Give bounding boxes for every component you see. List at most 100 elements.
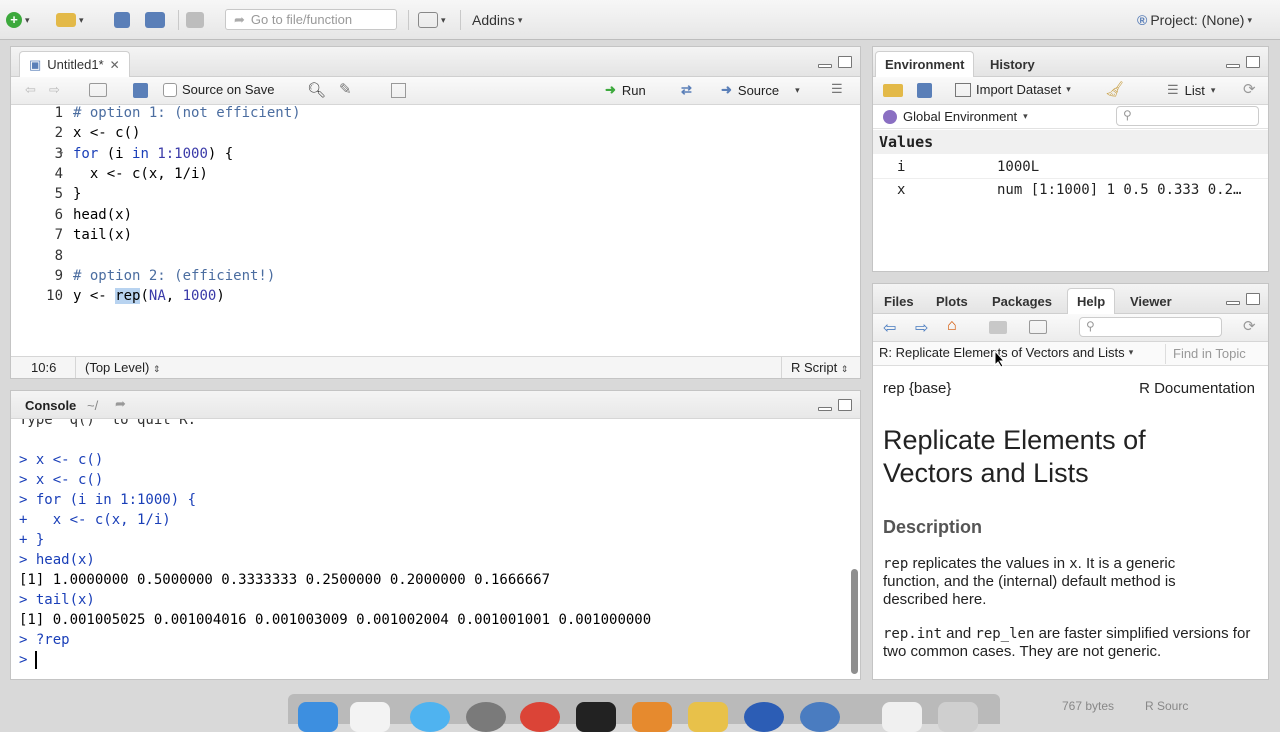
open-file-button[interactable]: ▾ [56, 8, 84, 32]
magic-wand-icon[interactable]: ✎ [339, 80, 352, 98]
search-icon[interactable]: 🔍︎ [307, 81, 326, 99]
console-output[interactable]: Type 'q()' to quit R. > x <- c() > x <- … [11, 419, 860, 679]
close-icon[interactable]: ✕ [110, 58, 120, 72]
save-all-icon [145, 12, 165, 28]
open-folder-icon[interactable] [883, 84, 903, 97]
save-icon[interactable] [917, 83, 932, 98]
screencast-icon[interactable] [744, 702, 784, 732]
save-all-button[interactable] [145, 8, 165, 32]
divider [1165, 344, 1166, 364]
rerun-icon[interactable]: ⇄ [681, 82, 692, 98]
minimize-icon[interactable] [1226, 64, 1240, 68]
back-arrow-icon[interactable]: ⇦ [25, 82, 36, 98]
save-icon [114, 12, 130, 28]
divider [781, 357, 782, 378]
help-topic-bar: R: Replicate Elements of Vectors and Lis… [873, 342, 1268, 366]
document-icon[interactable] [882, 702, 922, 732]
console-line: > tail(x) [19, 592, 95, 608]
console-prompt[interactable]: > [19, 652, 36, 668]
tab-untitled1[interactable]: ▣ Untitled1* ✕ [19, 51, 130, 77]
list-label: List [1184, 82, 1205, 98]
print-button[interactable] [186, 8, 204, 32]
chrome-icon[interactable] [520, 702, 560, 732]
arrow-icon: ➦ [234, 11, 245, 27]
maximize-icon[interactable] [838, 399, 852, 411]
forward-arrow-icon[interactable]: ⇨ [915, 318, 928, 338]
refresh-icon[interactable]: ⟳ [1243, 317, 1256, 335]
sublime-text-icon[interactable] [632, 702, 672, 732]
list-view-button[interactable]: ☰ List ▾ [1167, 82, 1215, 98]
terminal-icon[interactable] [576, 702, 616, 732]
console-scrollbar[interactable] [851, 569, 858, 674]
fold-caret-icon[interactable]: ▾ [59, 149, 63, 158]
save-button[interactable] [114, 8, 130, 32]
tab-plots[interactable]: Plots [927, 288, 977, 314]
compile-report-icon[interactable] [391, 83, 406, 98]
forward-arrow-icon[interactable]: ⇨ [49, 82, 60, 98]
calendar-icon[interactable] [350, 702, 390, 732]
outline-icon[interactable]: ☰ [831, 81, 843, 97]
project-menu[interactable]: ® Project: (None) ▾ [1137, 8, 1252, 32]
broom-icon[interactable]: 🧹︎ [1105, 80, 1124, 98]
home-icon[interactable]: ⌂ [947, 317, 957, 335]
help-search-input[interactable]: ⚲ [1079, 317, 1222, 337]
line-number: 8 [54, 248, 63, 264]
line-number: 2 [54, 125, 63, 141]
minimize-icon[interactable] [818, 407, 832, 411]
minimize-icon[interactable] [818, 64, 832, 68]
grid-icon [418, 12, 438, 28]
safari-icon[interactable] [410, 702, 450, 732]
new-file-button[interactable]: + ▾ [6, 8, 30, 32]
env-var-value: num [1:1000] 1 0.5 0.333 0.2… [997, 182, 1242, 198]
help-section-heading: Description [883, 517, 983, 537]
topic-dropdown[interactable]: R: Replicate Elements of Vectors and Lis… [879, 345, 1133, 360]
minimize-icon[interactable] [1226, 301, 1240, 305]
table-icon [955, 82, 971, 97]
help-toolbar: ⇦ ⇨ ⌂ ⚲ ⟳ [873, 314, 1268, 342]
find-in-topic-input[interactable]: Find in Topic [1173, 346, 1246, 361]
tab-environment[interactable]: Environment [875, 51, 975, 77]
scope-selector[interactable]: (Top Level) ⇕ [85, 360, 160, 375]
show-in-window-icon[interactable] [1029, 320, 1047, 334]
tab-files[interactable]: Files [875, 288, 923, 314]
tab-history[interactable]: History [981, 51, 1044, 77]
layout-button[interactable]: ▾ [418, 8, 446, 32]
print-icon[interactable] [989, 321, 1007, 334]
folder-icon [56, 13, 76, 27]
line-number: 1 [54, 105, 63, 121]
maximize-icon[interactable] [1246, 56, 1260, 68]
source-toolbar: ⇦ ⇨ Source on Save 🔍︎ ✎ ➜ Run ⇄ ➜ Source… [11, 77, 860, 105]
global-environment-dropdown[interactable]: Global Environment ▾ [883, 109, 1028, 124]
trash-icon[interactable] [938, 702, 978, 732]
notes-icon[interactable] [688, 702, 728, 732]
code-editor[interactable]: 1 2 3 4 5 6 7 8 9 10 ▾ # option 1: (not … [11, 105, 860, 357]
goto-file-input[interactable]: ➦ Go to file/function [225, 9, 397, 30]
maximize-icon[interactable] [838, 56, 852, 68]
system-preferences-icon[interactable] [466, 702, 506, 732]
editor-statusbar: 10:6 (Top Level) ⇕ R Script ⇕ [11, 356, 860, 378]
run-button[interactable]: ➜ Run [605, 82, 646, 98]
finder-icon[interactable] [298, 702, 338, 732]
show-in-window-icon[interactable] [89, 83, 107, 97]
refresh-icon[interactable]: ⟳ [1243, 80, 1256, 98]
environment-search-input[interactable]: ⚲ [1116, 106, 1259, 126]
source-button[interactable]: ➜ Source ▾ [721, 82, 800, 98]
tab-packages[interactable]: Packages [983, 288, 1061, 314]
rstudio-icon[interactable] [800, 702, 840, 732]
go-to-directory-icon[interactable]: ➦ [115, 396, 126, 412]
addins-menu[interactable]: Addins ▾ [472, 8, 522, 32]
source-on-save-checkbox[interactable]: Source on Save [163, 82, 275, 97]
console-window-buttons [818, 399, 852, 411]
code-line: } [73, 186, 82, 202]
maximize-icon[interactable] [1246, 293, 1260, 305]
console-line: [1] 1.0000000 0.5000000 0.3333333 0.2500… [19, 572, 551, 588]
console-tab[interactable]: Console [25, 398, 76, 413]
back-arrow-icon[interactable]: ⇦ [883, 318, 896, 338]
tab-help[interactable]: Help [1067, 288, 1116, 314]
filetype-selector[interactable]: R Script ⇕ [791, 360, 848, 375]
save-icon[interactable] [133, 83, 148, 98]
goto-file-placeholder: Go to file/function [250, 12, 353, 27]
tab-viewer[interactable]: Viewer [1121, 288, 1181, 314]
import-dataset-button[interactable]: Import Dataset ▾ [955, 82, 1071, 97]
console-path: ~/ [87, 398, 99, 413]
